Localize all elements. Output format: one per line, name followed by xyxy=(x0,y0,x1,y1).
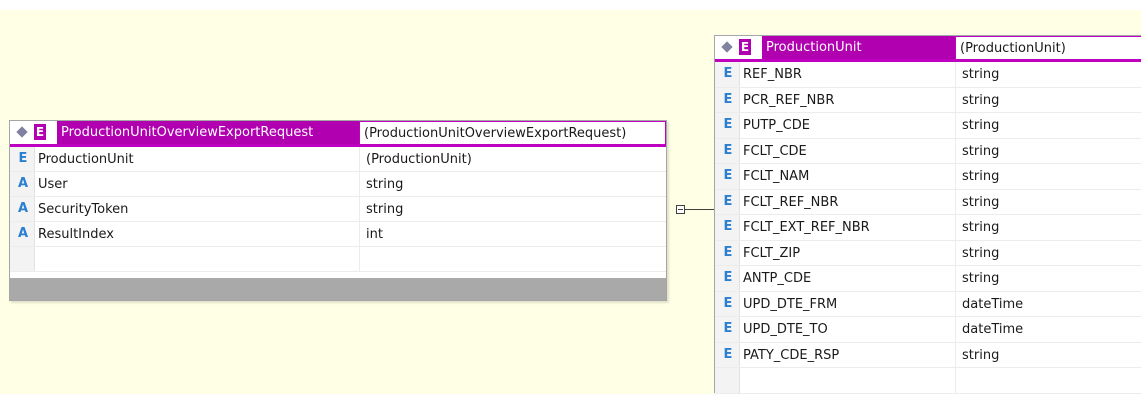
table-name: ProductionUnit xyxy=(762,36,955,59)
diamond-icon xyxy=(16,126,28,138)
table-row[interactable]: A SecurityToken string xyxy=(10,197,666,222)
field-type: string xyxy=(955,342,1141,368)
field-type: dateTime xyxy=(955,317,1141,342)
empty-cell xyxy=(955,368,1141,393)
field-name: User xyxy=(38,177,68,192)
empty-row xyxy=(10,247,666,272)
table-row[interactable]: E FCLT_REF_NBR string xyxy=(715,189,1141,215)
table-header[interactable]: E ProductionUnit (ProductionUnit) xyxy=(715,36,1141,62)
field-type: string xyxy=(955,215,1141,240)
empty-row xyxy=(715,368,1141,394)
field-type: string xyxy=(955,240,1141,266)
element-icon: E xyxy=(723,346,733,362)
field-name: FCLT_ZIP xyxy=(743,245,801,261)
element-icon: E xyxy=(723,193,733,209)
attribute-icon: A xyxy=(17,201,29,216)
table-row[interactable]: E FCLT_ZIP string xyxy=(715,240,1141,266)
field-type: string xyxy=(955,87,1141,113)
table-row[interactable]: E PCR_REF_NBR string xyxy=(715,87,1141,113)
field-type: string xyxy=(955,164,1141,189)
table-row[interactable]: E FCLT_CDE string xyxy=(715,138,1141,164)
table-type: (ProductionUnit) xyxy=(955,36,1141,59)
top-band xyxy=(0,0,1141,10)
relationship-connector[interactable] xyxy=(676,205,714,215)
table-row[interactable]: E REF_NBR string xyxy=(715,62,1141,88)
field-name: UPD_DTE_TO xyxy=(743,322,828,337)
field-name: ResultIndex xyxy=(38,227,114,242)
field-type: string xyxy=(955,62,1141,87)
element-icon: E xyxy=(723,321,733,336)
table-row[interactable]: E ANTP_CDE string xyxy=(715,266,1141,292)
field-type: string xyxy=(955,138,1141,164)
element-icon: E xyxy=(723,219,733,234)
field-type: int xyxy=(359,222,666,247)
element-icon: E xyxy=(723,295,733,311)
field-type: string xyxy=(955,266,1141,291)
field-name: ANTP_CDE xyxy=(743,271,812,286)
field-type: dateTime xyxy=(955,291,1141,317)
field-type: string xyxy=(359,197,666,222)
field-name: FCLT_CDE xyxy=(743,143,807,159)
field-name: UPD_DTE_FRM xyxy=(743,296,838,312)
table-type: (ProductionUnitOverviewExportRequest) xyxy=(359,121,666,144)
connector-line xyxy=(685,209,714,210)
field-type: string xyxy=(955,189,1141,215)
element-icon: E xyxy=(723,66,733,81)
field-name: FCLT_REF_NBR xyxy=(743,194,839,210)
element-icon: E xyxy=(723,168,733,183)
field-type: string xyxy=(359,172,666,197)
table-row[interactable]: E FCLT_NAM string xyxy=(715,164,1141,190)
attribute-icon: A xyxy=(17,226,29,241)
element-icon: E xyxy=(739,39,751,55)
table-row[interactable]: A User string xyxy=(10,172,666,197)
element-icon: E xyxy=(723,142,733,158)
table-name: ProductionUnitOverviewExportRequest xyxy=(57,121,359,144)
field-type: (ProductionUnit) xyxy=(359,147,666,172)
field-name: FCLT_EXT_REF_NBR xyxy=(743,220,870,235)
attribute-icon: A xyxy=(17,176,29,191)
row-gutter xyxy=(10,247,35,271)
field-name: ProductionUnit xyxy=(38,152,134,167)
table-row[interactable]: E ProductionUnit (ProductionUnit) xyxy=(10,147,666,172)
table-request[interactable]: E ProductionUnitOverviewExportRequest (P… xyxy=(9,120,667,301)
element-icon: E xyxy=(723,270,733,285)
table-row[interactable]: A ResultIndex int xyxy=(10,222,666,247)
field-name: PATY_CDE_RSP xyxy=(743,347,840,363)
table-row[interactable]: E FCLT_EXT_REF_NBR string xyxy=(715,215,1141,241)
field-name: SecurityToken xyxy=(38,202,129,217)
table-row[interactable]: E PATY_CDE_RSP string xyxy=(715,342,1141,368)
table-footer xyxy=(10,278,666,300)
element-icon: E xyxy=(34,124,46,140)
table-row[interactable]: E PUTP_CDE string xyxy=(715,113,1141,139)
table-header[interactable]: E ProductionUnitOverviewExportRequest (P… xyxy=(10,121,666,147)
element-icon: E xyxy=(723,244,733,260)
empty-cell xyxy=(359,247,666,272)
field-name: PUTP_CDE xyxy=(743,118,810,133)
field-name: PCR_REF_NBR xyxy=(743,92,835,108)
table-row[interactable]: E UPD_DTE_TO dateTime xyxy=(715,317,1141,343)
field-name: FCLT_NAM xyxy=(743,169,810,184)
collapse-icon[interactable] xyxy=(676,205,685,214)
element-icon: E xyxy=(723,117,733,132)
diagram-canvas: E ProductionUnitOverviewExportRequest (P… xyxy=(0,0,1141,394)
table-row[interactable]: E UPD_DTE_FRM dateTime xyxy=(715,291,1141,317)
row-gutter xyxy=(715,368,740,393)
table-production-unit[interactable]: E ProductionUnit (ProductionUnit) E REF_N… xyxy=(714,35,1141,394)
field-type: string xyxy=(955,113,1141,138)
diamond-icon xyxy=(721,41,733,53)
field-name: REF_NBR xyxy=(743,67,802,82)
element-icon: E xyxy=(18,151,28,166)
element-icon: E xyxy=(723,91,733,107)
